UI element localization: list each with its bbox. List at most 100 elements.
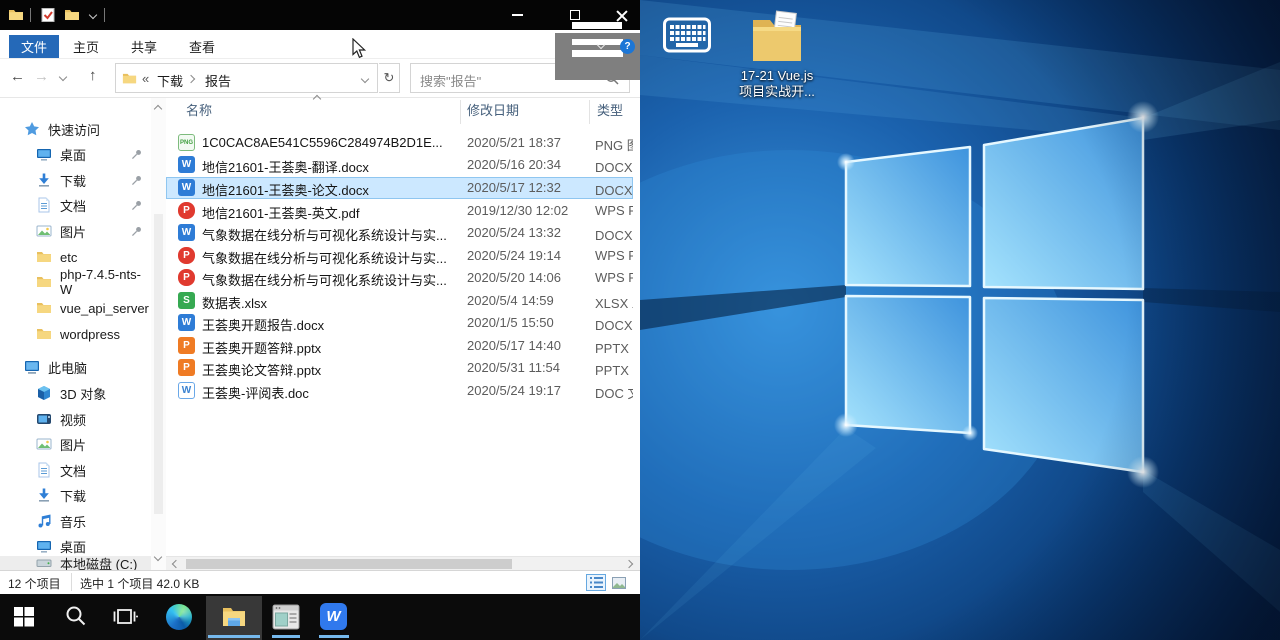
refresh-button[interactable]: ↻ <box>379 63 400 93</box>
pictures-icon <box>36 436 52 452</box>
quick-access-toolbar-dropdown-icon[interactable] <box>89 11 97 19</box>
breadcrumb-item-reports[interactable]: 报告 <box>205 71 231 90</box>
sidebar-item-label: 图片 <box>60 435 86 454</box>
minimize-button[interactable] <box>497 0 537 30</box>
column-header-type[interactable]: 类型 <box>597 100 623 119</box>
tab-view[interactable]: 查看 <box>179 35 225 58</box>
overlay-bar <box>572 22 622 29</box>
file-type: WPS PDF <box>595 270 633 285</box>
pc-icon <box>24 359 40 375</box>
file-row[interactable]: W 地信21601-王荟奥-翻译.docx 2020/5/16 20:34 DO… <box>166 154 633 176</box>
tab-home[interactable]: 主页 <box>63 35 109 58</box>
file-row[interactable]: P 王荟奥开题答辩.pptx 2020/5/17 14:40 PPTX 演示 <box>166 335 633 357</box>
word-doc-icon: W <box>178 382 195 399</box>
sidebar-scrollbar[interactable] <box>151 98 166 570</box>
file-explorer-icon[interactable] <box>222 605 246 627</box>
edge-icon[interactable] <box>166 604 192 630</box>
breadcrumb-separator-icon <box>187 75 195 83</box>
sidebar-item-local-disk-c[interactable]: 本地磁盘 (C:) <box>0 556 151 570</box>
sidebar-item-php[interactable]: php-7.4.5-nts-W <box>0 270 151 294</box>
app-window-icon[interactable] <box>272 603 300 631</box>
up-icon[interactable]: ↑ <box>89 67 97 84</box>
file-name: 王荟奥开题报告.docx <box>202 315 324 334</box>
sidebar-item-pictures-pc[interactable]: 图片 <box>0 432 151 456</box>
scroll-left-icon[interactable] <box>172 560 180 568</box>
divider <box>71 573 72 591</box>
file-row[interactable]: S 数据表.xlsx 2020/5/4 14:59 XLSX 工作表 <box>166 290 633 312</box>
star-icon <box>24 121 40 137</box>
title-bar[interactable] <box>0 0 640 30</box>
task-view-icon[interactable] <box>112 604 138 630</box>
breadcrumb[interactable]: « 下载 报告 <box>115 63 378 93</box>
scrollbar-thumb[interactable] <box>154 214 163 514</box>
sidebar-item-label: 3D 对象 <box>60 384 106 403</box>
file-row[interactable]: W 王荟奥-评阅表.doc 2020/5/24 19:17 DOC 文档 <box>166 380 633 402</box>
sidebar-item-label: 快速访问 <box>48 120 100 139</box>
desktop-shortcut-vue-folder[interactable]: 17-21 Vue.js 项目实战开... <box>717 8 837 100</box>
tab-file[interactable]: 文件 <box>9 35 59 58</box>
forward-icon[interactable]: → <box>34 68 49 85</box>
thumbnail-view-button[interactable] <box>609 574 629 591</box>
file-row[interactable]: P 气象数据在线分析与可视化系统设计与实... 2020/5/20 14:06 … <box>166 267 633 289</box>
wps-spreadsheet-icon: S <box>178 292 195 309</box>
sidebar-item-label: etc <box>60 250 77 265</box>
sidebar-item-downloads-pc[interactable]: 下载 <box>0 483 151 507</box>
file-row[interactable]: PNG 1C0CAC8AE541C5596C284974B2D1E... 202… <box>166 132 633 154</box>
keyboard-icon[interactable] <box>663 15 711 55</box>
column-divider[interactable] <box>460 100 461 124</box>
file-row-selected[interactable]: W 地信21601-王荟奥-论文.docx 2020/5/17 12:32 DO… <box>166 177 633 199</box>
column-header-date[interactable]: 修改日期 <box>467 100 519 119</box>
sidebar-item-etc[interactable]: etc <box>0 245 151 269</box>
scrollbar-thumb[interactable] <box>186 559 512 569</box>
sidebar-item-vue-api-server[interactable]: vue_api_server <box>0 296 151 320</box>
document-icon <box>36 462 52 478</box>
breadcrumb-item-downloads[interactable]: 下载 <box>157 71 183 90</box>
file-row[interactable]: W 王荟奥开题报告.docx 2020/1/5 15:50 DOCX 文档 <box>166 312 633 334</box>
folder-icon <box>36 300 52 316</box>
column-divider[interactable] <box>589 100 590 124</box>
column-header-name[interactable]: 名称 <box>186 100 212 119</box>
sidebar-item-wordpress[interactable]: wordpress <box>0 322 151 346</box>
address-dropdown-icon[interactable] <box>361 75 369 83</box>
file-row[interactable]: P 地信21601-王荟奥-英文.pdf 2019/12/30 12:02 WP… <box>166 200 633 222</box>
help-button[interactable]: ? <box>620 39 635 54</box>
file-row[interactable]: P 王荟奥论文答辩.pptx 2020/5/31 11:54 PPTX 演示 <box>166 357 633 379</box>
details-view-button[interactable] <box>586 574 606 591</box>
recent-locations-icon[interactable] <box>59 73 67 81</box>
details-view-icon <box>590 577 603 588</box>
file-row[interactable]: W 气象数据在线分析与可视化系统设计与实... 2020/5/24 13:32 … <box>166 222 633 244</box>
sidebar-item-this-pc[interactable]: 此电脑 <box>0 355 151 379</box>
search-icon[interactable] <box>64 604 88 628</box>
sidebar-item-desktop-pc[interactable]: 桌面 <box>0 534 151 558</box>
start-button-icon[interactable] <box>12 604 36 628</box>
sidebar-item-downloads[interactable]: 下载 <box>0 168 151 192</box>
file-type: DOCX 文档 <box>595 225 633 244</box>
desktop-icon <box>36 538 52 554</box>
sidebar-item-label: 桌面 <box>60 145 86 164</box>
file-row[interactable]: P 气象数据在线分析与可视化系统设计与实... 2020/5/24 19:14 … <box>166 245 633 267</box>
horizontal-scrollbar[interactable] <box>166 556 640 570</box>
sidebar-item-label: 文档 <box>60 196 86 215</box>
scroll-up-icon[interactable] <box>154 105 162 113</box>
breadcrumb-root-icon[interactable]: « <box>142 71 149 86</box>
sidebar-item-quick-access[interactable]: 快速访问 <box>0 117 151 141</box>
wps-pdf-icon: P <box>178 247 195 264</box>
back-icon[interactable]: ← <box>10 68 25 85</box>
file-name: 气象数据在线分析与可视化系统设计与实... <box>202 270 447 289</box>
folder-icon[interactable] <box>8 7 24 23</box>
scroll-right-icon[interactable] <box>625 560 633 568</box>
sidebar-item-3d-objects[interactable]: 3D 对象 <box>0 381 151 405</box>
wps-office-icon[interactable]: W <box>320 603 347 630</box>
sidebar-item-desktop[interactable]: 桌面 <box>0 142 151 166</box>
properties-check-icon[interactable] <box>40 7 56 23</box>
wps-writer-icon: W <box>178 179 195 196</box>
sidebar-item-label: 音乐 <box>60 512 86 531</box>
sidebar-item-documents[interactable]: 文档 <box>0 193 151 217</box>
scroll-down-icon[interactable] <box>154 553 162 561</box>
new-folder-icon[interactable] <box>64 7 80 23</box>
sidebar-item-pictures[interactable]: 图片 <box>0 219 151 243</box>
sidebar-item-videos[interactable]: 视频 <box>0 407 151 431</box>
sidebar-item-music[interactable]: 音乐 <box>0 509 151 533</box>
tab-share[interactable]: 共享 <box>121 35 167 58</box>
sidebar-item-documents-pc[interactable]: 文档 <box>0 458 151 482</box>
